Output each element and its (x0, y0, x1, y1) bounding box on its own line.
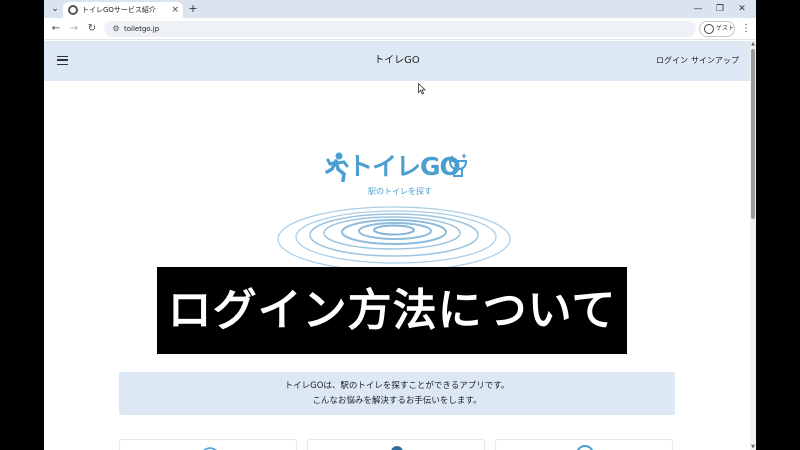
profile-icon (704, 24, 714, 34)
close-window-button[interactable]: ✕ (732, 1, 752, 17)
minimize-button[interactable]: — (688, 1, 708, 17)
caption-text: ログイン方法について (167, 285, 617, 336)
globe-icon (68, 5, 78, 15)
web-page: トイレGO ログイン サインアップ トイレGO 駅のトイレを探す トイレGOは、… (44, 41, 750, 450)
scroll-down-icon[interactable]: ▼ (750, 444, 756, 450)
forward-button[interactable]: → (66, 21, 82, 37)
login-link[interactable]: ログイン (656, 53, 688, 69)
scroll-thumb[interactable] (751, 49, 755, 219)
guest-label: ゲスト (716, 25, 735, 32)
feature-card (307, 439, 485, 450)
url-text: toiletgo.jp (124, 25, 160, 33)
restore-button[interactable]: ❐ (710, 1, 730, 17)
page-scrollbar[interactable]: ▲ ▼ (750, 41, 756, 450)
reload-button[interactable]: ↻ (84, 21, 100, 37)
toilet-icon (448, 153, 468, 177)
app-logo: トイレGO 駅のトイレを探す (324, 149, 470, 199)
running-person-icon (325, 152, 349, 182)
feature-card (495, 439, 673, 450)
scroll-up-icon[interactable]: ▲ (750, 41, 756, 47)
back-button[interactable]: ← (48, 21, 64, 37)
browser-window: ⌄ トイレGOサービス紹介 × + — ❐ ✕ ← → ↻ ⚙ toiletgo… (44, 0, 756, 450)
site-info-icon[interactable]: ⚙ (110, 23, 122, 35)
tab-strip: ⌄ トイレGOサービス紹介 × + — ❐ ✕ (44, 0, 756, 18)
mouse-cursor-icon (418, 83, 426, 95)
tab-search-button[interactable]: ⌄ (48, 2, 62, 16)
intro-line-2: こんなお悩みを解決するお手伝いをします。 (312, 396, 482, 406)
caption-overlay: ログイン方法について (157, 267, 627, 354)
tab-title: トイレGOサービス紹介 (82, 6, 156, 14)
browser-menu-button[interactable]: ⋮ (741, 21, 751, 37)
intro-box: トイレGOは、駅のトイレを探すことができるアプリです。 こんなお悩みを解決するお… (119, 372, 675, 415)
address-bar[interactable]: ⚙ toiletgo.jp (104, 21, 696, 37)
feature-icon (391, 446, 403, 450)
feature-icon (203, 447, 217, 450)
app-title[interactable]: トイレGO (44, 53, 750, 69)
tab-active[interactable]: トイレGOサービス紹介 × (63, 2, 183, 18)
feature-icon (576, 445, 594, 450)
logo-tagline: 駅のトイレを探す (368, 187, 432, 196)
browser-toolbar: ← → ↻ ⚙ toiletgo.jp ゲスト ⋮ (44, 18, 756, 40)
app-header: トイレGO ログイン サインアップ (44, 41, 750, 81)
new-tab-button[interactable]: + (186, 1, 200, 17)
tab-close-icon[interactable]: × (171, 3, 179, 17)
signup-link[interactable]: サインアップ (691, 53, 739, 69)
intro-line-1: トイレGOは、駅のトイレを探すことができるアプリです。 (284, 381, 510, 391)
logo-text: トイレGO (348, 152, 461, 181)
feature-card (119, 439, 297, 450)
guest-profile-button[interactable]: ゲスト (699, 21, 735, 37)
